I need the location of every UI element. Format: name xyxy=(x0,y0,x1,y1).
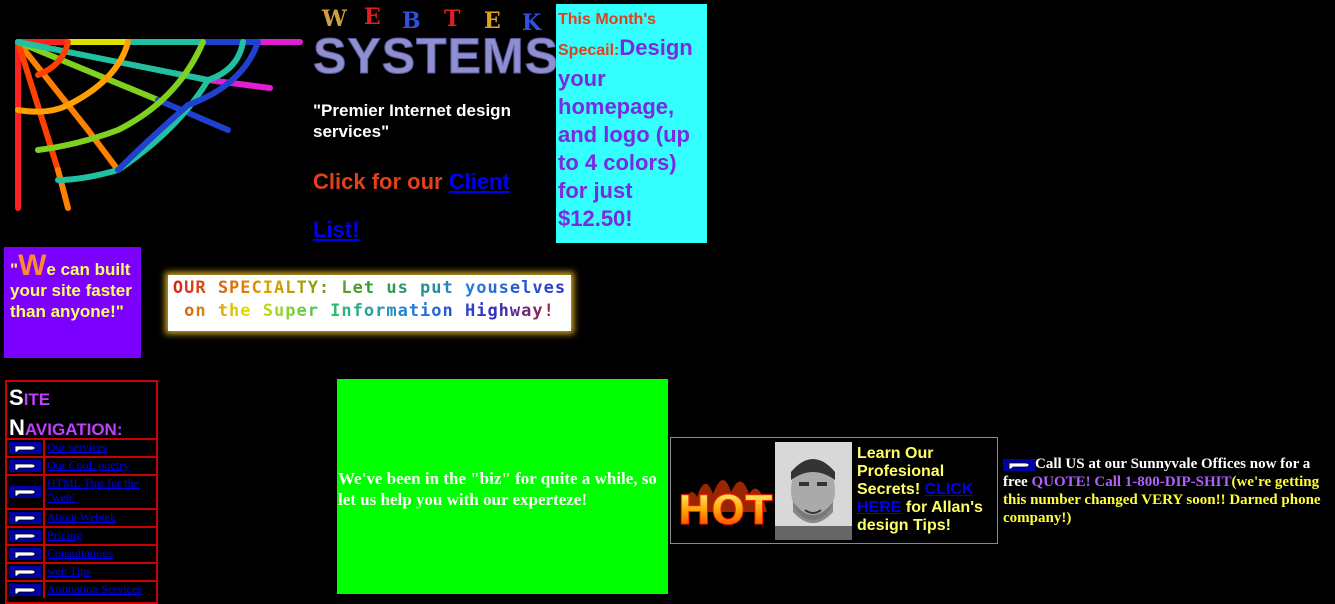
quote-big-letter: W xyxy=(18,249,47,282)
nav-link-services[interactable]: Our services xyxy=(43,440,156,456)
quote-open: " xyxy=(10,260,19,279)
site-navigation: SITE NAVIGATION: Our services Our CooL p… xyxy=(5,380,158,604)
allan-photo xyxy=(775,442,852,540)
special-body: Design your homepage, and logo (up to 4 … xyxy=(558,35,693,231)
nav-item-consultations[interactable]: Consultations xyxy=(7,544,156,562)
hot-word: HOT xyxy=(678,488,773,534)
pointing-hand-icon xyxy=(9,442,41,454)
nav-title-n: N xyxy=(9,415,25,440)
quote-box: "We can built your site faster than anyo… xyxy=(4,247,141,358)
nav-item-poetry[interactable]: Our CooL poetry xyxy=(7,456,156,474)
nav-item-services[interactable]: Our services xyxy=(7,438,156,456)
nav-title-s: S xyxy=(9,385,24,410)
pointing-hand-icon xyxy=(9,548,41,560)
tagline: "Premier Internet design services" xyxy=(313,101,511,141)
logo-letter-e: E xyxy=(364,4,381,30)
nav-link-animation[interactable]: Animation Services xyxy=(43,582,156,598)
specialty-line-2: on the Super Information Highway! xyxy=(168,300,571,323)
spider-web-logo xyxy=(15,39,303,211)
client-list-callout: Click for our Client List! xyxy=(313,158,553,254)
experience-box: We've been in the "biz" for quite a whil… xyxy=(337,379,668,594)
nav-item-about[interactable]: About Webtek xyxy=(7,508,156,526)
pointing-hand-icon xyxy=(9,566,41,578)
pointing-hand-icon xyxy=(9,486,41,498)
nav-link-html-tips[interactable]: HTML Tips for the "web" xyxy=(43,476,156,508)
experience-text: We've been in the "biz" for quite a whil… xyxy=(338,469,657,509)
nav-item-pricing[interactable]: Pricing xyxy=(7,526,156,544)
call-us-text: Call US at our Sunnyvale Offices now for… xyxy=(1003,455,1333,527)
hot-flames-image: HOT xyxy=(675,442,775,538)
nav-link-web-tips[interactable]: web Tips xyxy=(43,564,156,580)
call-quote-number: QUOTE! Call 1-800-DIP-SHIT xyxy=(1031,474,1232,490)
nav-link-consultations[interactable]: Consultations xyxy=(43,546,156,562)
nav-link-about[interactable]: About Webtek xyxy=(43,510,156,526)
learn-secrets-text: Learn Our Profesional Secrets! CLICK HER… xyxy=(857,445,993,535)
nav-item-html-tips[interactable]: HTML Tips for the "web" xyxy=(7,474,156,508)
nav-title-ite: ITE xyxy=(23,390,51,409)
pointing-hand-icon xyxy=(1003,458,1035,471)
systems-heading: SYSTEMS xyxy=(313,28,559,85)
specialty-line-1: OUR SPECIALTY: Let us put youselves xyxy=(168,277,571,300)
pointing-hand-icon xyxy=(9,584,41,596)
nav-link-poetry[interactable]: Our CooL poetry xyxy=(43,458,156,474)
nav-item-web-tips[interactable]: web Tips xyxy=(7,562,156,580)
nav-link-pricing[interactable]: Pricing xyxy=(43,528,156,544)
pointing-hand-icon xyxy=(9,460,41,472)
nav-title-avigation: AVIGATION: xyxy=(24,420,123,439)
monthly-special-box: This Month's Specail:Design your homepag… xyxy=(556,4,707,243)
nav-item-animation[interactable]: Animation Services xyxy=(7,580,156,598)
pointing-hand-icon xyxy=(9,512,41,524)
specialty-banner: OUR SPECIALTY: Let us put youselves on t… xyxy=(168,275,571,331)
client-prefix: Click for our xyxy=(313,169,449,194)
pointing-hand-icon xyxy=(9,530,41,542)
nav-title: SITE NAVIGATION: xyxy=(9,384,152,440)
design-tips-promo: HOT Learn Our Profesional Secrets! CLICK… xyxy=(670,437,998,544)
